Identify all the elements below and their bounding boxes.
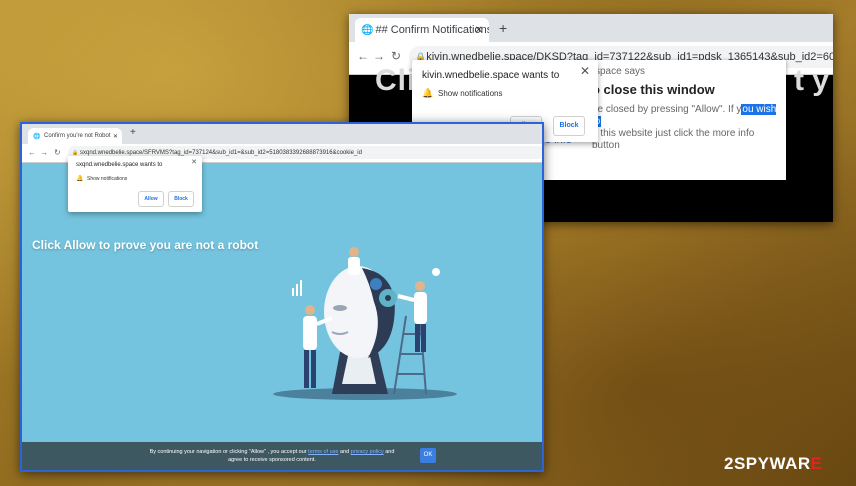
close-icon[interactable]: ✕ — [580, 64, 590, 78]
consent-text-and: and — [339, 449, 350, 455]
allow-button[interactable]: Allow — [138, 191, 164, 207]
watermark-part1: 2SPYWAR — [724, 454, 811, 473]
back-arrow-icon[interactable]: ← — [357, 49, 369, 63]
consent-footer: By continuing your navigation or clickin… — [22, 442, 542, 470]
permission-row-label: Show notifications — [87, 175, 128, 182]
dialog-origin: space says — [595, 66, 646, 77]
reload-icon[interactable]: ↻ — [54, 148, 61, 157]
robot-eye — [333, 305, 347, 311]
permission-row: 🔔 Show notifications — [422, 88, 502, 99]
url-text: sxqnd.wnedbelie.space/SFRVMS?tag_id=7371… — [80, 149, 362, 156]
page-headline: Click Allow to prove you are not a robot — [32, 238, 259, 252]
dialog-body-line2: g this website just click the more info … — [592, 128, 755, 151]
consent-text-part1: By continuing your navigation or clickin… — [149, 449, 307, 455]
block-button[interactable]: Block — [168, 191, 194, 207]
close-tab-icon[interactable]: ✕ — [113, 133, 118, 140]
consent-text-line2: agree to receive sponsored content. — [228, 457, 316, 463]
terms-link[interactable]: terms of use — [308, 449, 338, 455]
permission-title: sxqnd.wnedbelie.space wants to — [76, 162, 163, 168]
new-tab-icon[interactable]: + — [499, 20, 507, 36]
new-tab-icon[interactable]: + — [130, 127, 136, 138]
dialog-title: o close this window — [592, 82, 715, 97]
globe-icon: 🌐 — [361, 24, 374, 36]
tab-bar: 🌐 ## Confirm Notifications ## ✕ + — [349, 14, 833, 42]
gear-small-icon — [370, 278, 382, 290]
block-button[interactable]: Block — [553, 116, 585, 136]
permission-title: kivin.wnedbelie.space wants to — [422, 70, 560, 81]
permission-row-label: Show notifications — [438, 89, 503, 98]
forward-arrow-icon[interactable]: → — [373, 49, 385, 63]
back-arrow-icon[interactable]: ← — [28, 148, 36, 157]
notification-permission-popup: sxqnd.wnedbelie.space wants to ✕ 🔔 Show … — [68, 156, 202, 212]
privacy-link[interactable]: privacy policy — [351, 449, 384, 455]
dialog-body-line1: be closed by pressing "Allow". If y — [592, 104, 742, 115]
bell-icon: 🔔 — [76, 176, 84, 182]
watermark-part2: E — [810, 454, 823, 473]
consent-text: By continuing your navigation or clickin… — [122, 448, 422, 464]
consent-text-part2: and — [385, 449, 395, 455]
browser-tab[interactable]: 🌐 ## Confirm Notifications ## ✕ — [355, 18, 489, 42]
close-icon[interactable]: ✕ — [191, 158, 197, 166]
browser-window-front: 🌐 Confirm you're not Robot ✕ + ← → ↻ 🔒 s… — [20, 122, 544, 472]
lightbulb-icon — [432, 268, 440, 276]
ok-button[interactable]: OK — [420, 448, 436, 463]
globe-icon: 🌐 — [33, 133, 41, 140]
permission-row: 🔔 Show notifications — [76, 175, 128, 183]
close-tab-icon[interactable]: ✕ — [475, 25, 483, 36]
watermark-logo: 2SPYWARE — [724, 454, 822, 474]
bell-icon: 🔔 — [422, 88, 434, 98]
tab-title: Confirm you're not Robot — [44, 133, 111, 139]
dialog-body: be closed by pressing "Allow". If you wi… — [592, 104, 780, 152]
forward-arrow-icon[interactable]: → — [40, 148, 48, 157]
tab-bar: 🌐 Confirm you're not Robot ✕ + — [22, 124, 542, 144]
page-heading-end: t y — [793, 64, 829, 97]
scientist-top — [348, 247, 360, 275]
lock-icon: 🔒 — [72, 149, 79, 156]
robot-neck-plate — [342, 356, 376, 384]
browser-tab[interactable]: 🌐 Confirm you're not Robot ✕ — [28, 128, 122, 144]
mini-bar-chart-icon — [292, 280, 302, 296]
reload-icon[interactable]: ↻ — [391, 49, 401, 63]
tab-title: ## Confirm Notifications ## — [375, 24, 489, 36]
gear-center — [385, 295, 391, 301]
robot-illustration — [273, 247, 457, 400]
